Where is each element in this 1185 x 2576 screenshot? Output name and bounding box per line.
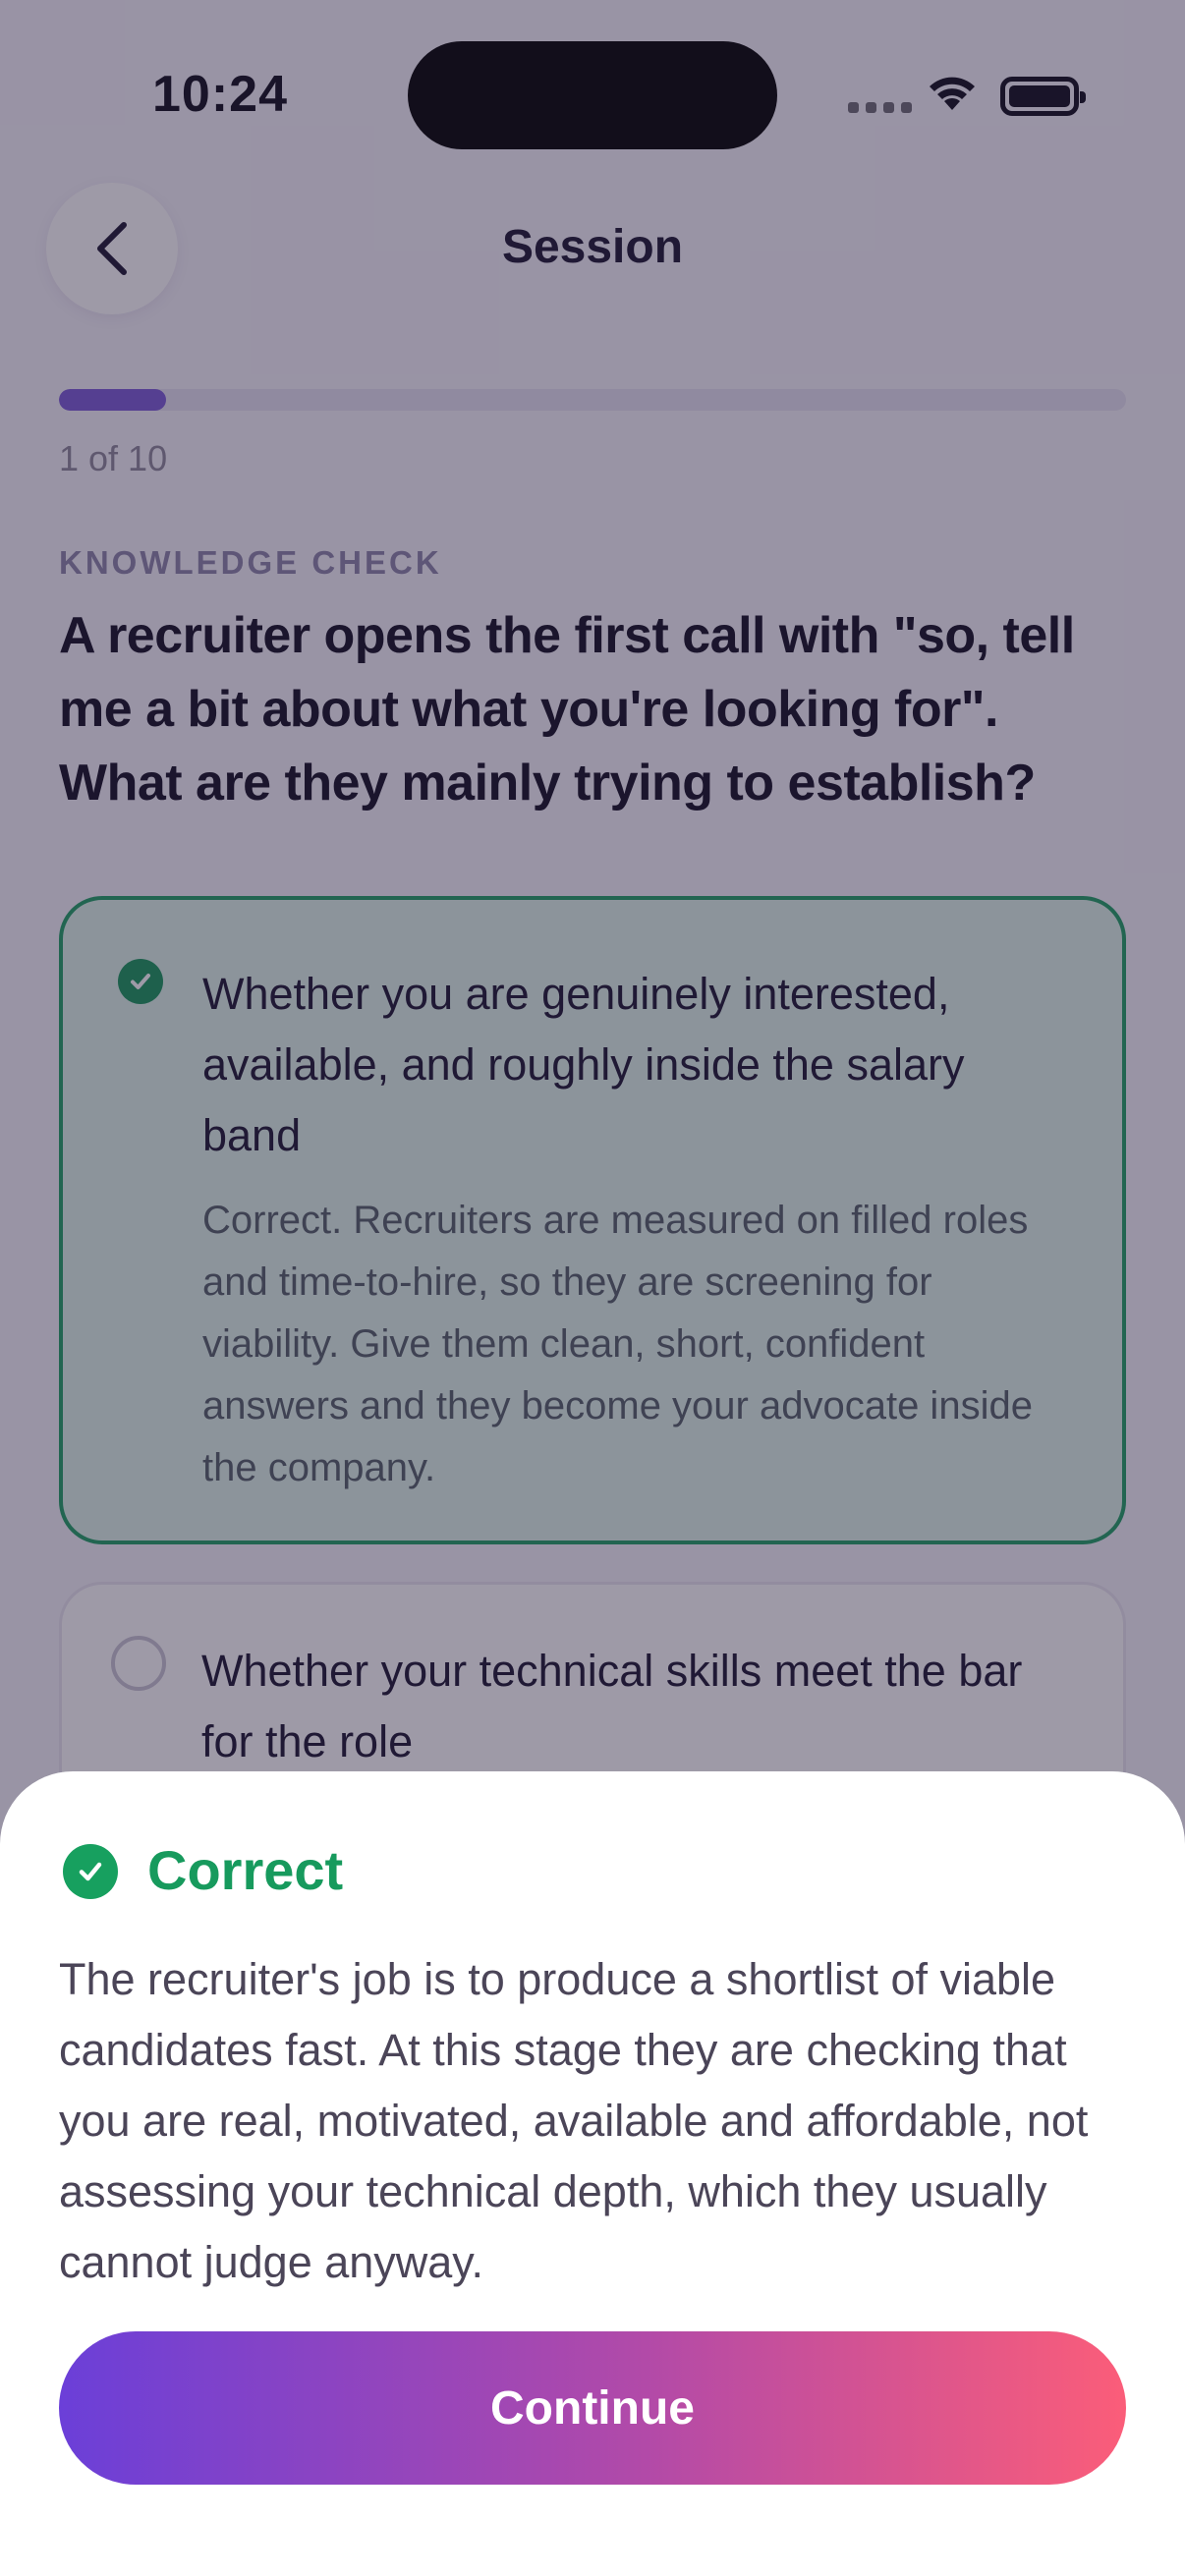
feedback-body: The recruiter's job is to produce a shor… <box>59 1954 1089 2287</box>
session-screen: 10:24 Session 1 of 10 KNOWLEDGE CHECK A … <box>0 0 1185 2576</box>
continue-button[interactable]: Continue <box>59 2331 1126 2485</box>
feedback-sheet: Correct The recruiter's job is to produc… <box>0 1771 1185 2576</box>
feedback-title: Correct <box>147 1839 344 1901</box>
check-circle-icon <box>63 1844 118 1899</box>
